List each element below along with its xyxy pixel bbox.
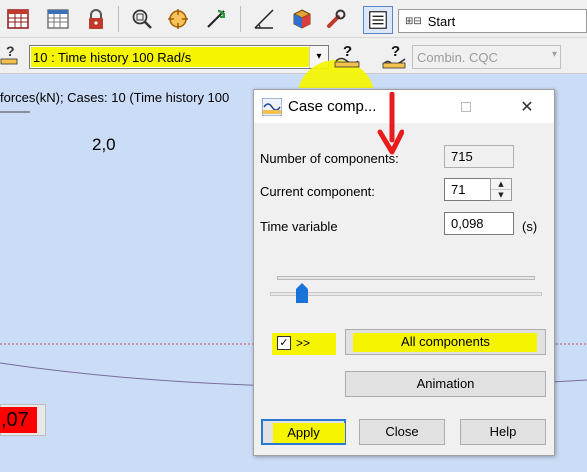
apply-button[interactable]: Apply bbox=[261, 419, 346, 445]
combination-select-value: Combin. CQC bbox=[417, 50, 498, 65]
all-components-label: All components bbox=[401, 334, 490, 349]
wrench-icon[interactable] bbox=[322, 5, 350, 33]
slider-track-top[interactable] bbox=[277, 276, 535, 280]
red-value-label: ,07 bbox=[0, 407, 37, 433]
view-list-icon[interactable] bbox=[363, 6, 393, 34]
load-case-icon[interactable]: ? bbox=[0, 42, 24, 68]
case-select-value: 10 : Time history 100 Rad/s bbox=[33, 50, 192, 65]
table-grid-icon[interactable] bbox=[44, 5, 72, 33]
spin-up-icon[interactable]: ▲ bbox=[491, 179, 511, 190]
close-button[interactable]: Close bbox=[359, 419, 445, 445]
component-slider-thumb[interactable] bbox=[296, 283, 308, 303]
animation-label: Animation bbox=[416, 376, 475, 391]
case-toolbar: ? 10 : Time history 100 Rad/s ▾ ? ? Comb… bbox=[0, 38, 587, 136]
start-window-icon: ⊞⊟ bbox=[405, 15, 422, 27]
svg-text:?: ? bbox=[343, 43, 352, 60]
table-icon[interactable] bbox=[4, 5, 32, 33]
case-select[interactable]: 10 : Time history 100 Rad/s ▾ bbox=[29, 45, 329, 69]
refresh-arrows-icon[interactable] bbox=[202, 5, 230, 33]
animation-button[interactable]: Animation bbox=[345, 371, 546, 397]
current-component-label: Current component: bbox=[260, 184, 375, 199]
component-slider-track[interactable] bbox=[270, 292, 542, 296]
time-variable-label: Time variable bbox=[260, 219, 338, 234]
start-dropdown[interactable]: ⊞⊟ Start bbox=[398, 9, 587, 33]
current-component-field[interactable]: 71 bbox=[444, 178, 492, 201]
lock-icon[interactable] bbox=[82, 5, 110, 33]
step-checkbox-label: >> bbox=[296, 336, 311, 350]
start-label: Start bbox=[427, 13, 456, 29]
combination-icon[interactable]: ? bbox=[381, 42, 407, 70]
red-arrow-annotation bbox=[377, 92, 404, 155]
case-components-icon[interactable]: ? bbox=[333, 42, 361, 70]
zoom-window-icon[interactable] bbox=[128, 5, 156, 33]
3d-box-icon[interactable] bbox=[288, 5, 316, 33]
current-component-spinner[interactable]: ▲ ▼ bbox=[490, 178, 512, 201]
close-label: Close bbox=[385, 424, 419, 439]
maximize-icon[interactable] bbox=[443, 90, 489, 123]
chevron-down-icon: ▾ bbox=[551, 49, 557, 60]
combination-select[interactable]: Combin. CQC ▾ bbox=[412, 45, 561, 69]
main-toolbar: ⊞⊟ Start bbox=[0, 0, 587, 38]
zoom-extents-icon[interactable] bbox=[164, 5, 192, 33]
svg-text:?: ? bbox=[6, 43, 15, 59]
number-of-components-field: 715 bbox=[444, 145, 514, 168]
spin-down-icon[interactable]: ▼ bbox=[491, 190, 511, 201]
time-variable-field[interactable]: 0,098 bbox=[444, 212, 514, 235]
help-label: Help bbox=[489, 424, 517, 439]
dialog-title: Case comp... bbox=[288, 98, 377, 115]
all-components-button[interactable]: All components bbox=[345, 329, 546, 355]
dialog-titlebar[interactable]: Case comp... ✕ bbox=[254, 90, 554, 123]
dimension-ruler-icon[interactable] bbox=[250, 5, 278, 33]
time-unit-label: (s) bbox=[522, 219, 538, 234]
step-checkbox[interactable]: ✓ bbox=[277, 336, 291, 350]
help-button[interactable]: Help bbox=[460, 419, 546, 445]
svg-text:?: ? bbox=[391, 43, 400, 60]
close-icon[interactable]: ✕ bbox=[504, 90, 550, 123]
axis-label: 2,0 bbox=[92, 135, 116, 154]
apply-label: Apply bbox=[287, 425, 320, 440]
dialog-app-icon bbox=[262, 98, 282, 116]
